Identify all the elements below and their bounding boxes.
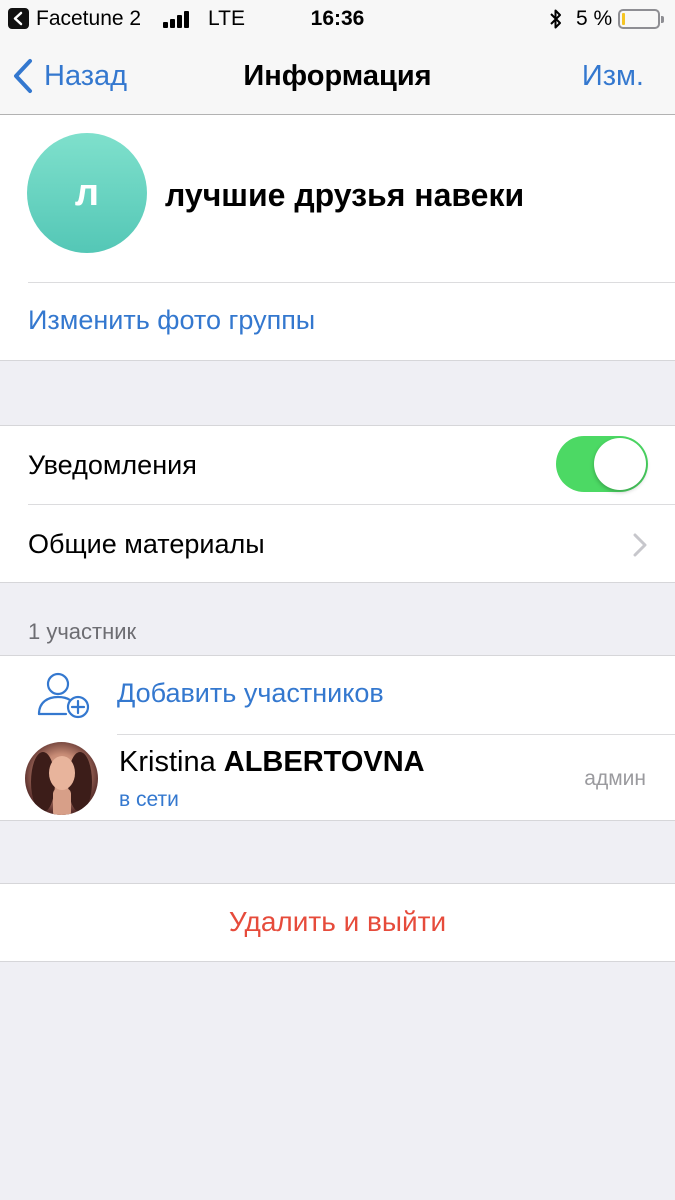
group-info-section: л лучшие друзья навеки Изменить фото гру… xyxy=(0,115,675,361)
shared-media-label: Общие материалы xyxy=(28,529,265,559)
member-role-badge: админ xyxy=(584,767,646,790)
notifications-row: Уведомления xyxy=(0,426,675,504)
navigation-bar: Назад Информация Изм. xyxy=(0,38,675,115)
add-members-label: Добавить участников xyxy=(117,678,384,708)
group-avatar-letter: л xyxy=(74,171,100,214)
leave-section: Удалить и выйти xyxy=(0,883,675,962)
notifications-toggle[interactable] xyxy=(556,436,648,492)
page-title: Информация xyxy=(243,60,432,92)
delete-and-leave-button[interactable]: Удалить и выйти xyxy=(0,906,675,938)
change-group-photo-button[interactable]: Изменить фото группы xyxy=(28,305,315,336)
toggle-knob xyxy=(594,438,646,490)
group-avatar[interactable]: л xyxy=(27,133,147,253)
notifications-label: Уведомления xyxy=(28,450,197,480)
status-bar: Facetune 2 LTE 16:36 5 % xyxy=(0,0,675,38)
member-first-name: Kristina xyxy=(119,746,216,778)
chevron-right-icon xyxy=(633,533,647,557)
shared-media-row[interactable]: Общие материалы xyxy=(0,505,675,583)
divider xyxy=(28,282,675,283)
edit-button[interactable]: Изм. xyxy=(582,60,644,93)
bluetooth-icon xyxy=(550,9,561,29)
battery-percent: 5 % xyxy=(576,7,613,30)
members-section: Добавить участников Kristina ALBERTOVNA … xyxy=(0,655,675,821)
group-name: лучшие друзья навеки xyxy=(165,177,525,213)
member-status: в сети xyxy=(119,788,179,811)
add-members-row[interactable]: Добавить участников xyxy=(0,656,675,734)
status-time: 16:36 xyxy=(310,7,365,30)
member-avatar xyxy=(25,742,98,815)
member-name: Kristina ALBERTOVNA xyxy=(119,746,425,779)
member-last-name: ALBERTOVNA xyxy=(223,746,425,778)
battery-icon xyxy=(618,9,664,29)
add-user-icon xyxy=(37,672,90,719)
settings-section: Уведомления Общие материалы xyxy=(0,425,675,583)
members-count-header: 1 участник xyxy=(28,619,137,644)
